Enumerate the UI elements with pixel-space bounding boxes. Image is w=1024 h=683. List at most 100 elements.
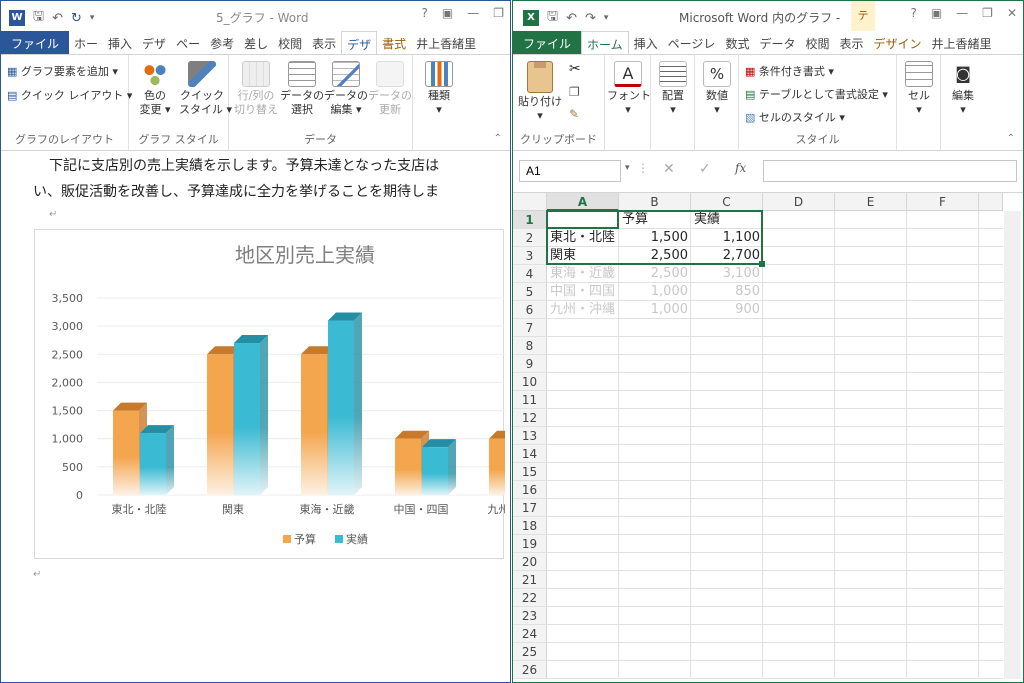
select-all-corner[interactable] — [513, 193, 547, 211]
minimize-icon[interactable]: — — [467, 6, 479, 20]
row-header-14[interactable]: 14 — [513, 445, 547, 463]
row-header-13[interactable]: 13 — [513, 427, 547, 445]
cell-budget[interactable]: 2,500 — [619, 265, 691, 283]
minimize-icon[interactable]: — — [956, 6, 968, 20]
font-button[interactable]: A フォント ▾ — [607, 61, 651, 117]
quick-style-button[interactable]: クイック スタイル ▾ — [179, 61, 232, 117]
ribbon-display-icon[interactable]: ▣ — [931, 6, 942, 20]
help-icon[interactable]: ? — [422, 6, 428, 20]
row-header-26[interactable]: 26 — [513, 661, 547, 679]
row-header-21[interactable]: 21 — [513, 571, 547, 589]
close-icon[interactable]: ✕ — [1007, 6, 1017, 20]
paste-button[interactable]: 貼り付け ▾ — [517, 61, 563, 123]
collapse-ribbon-icon[interactable]: ⌃ — [1007, 133, 1015, 144]
alignment-button[interactable]: 配置 ▾ — [653, 61, 693, 117]
row-header-8[interactable]: 8 — [513, 337, 547, 355]
excel-tab-8[interactable]: デザイン — [869, 31, 927, 54]
row-header-4[interactable]: 4 — [513, 265, 547, 283]
column-header-F[interactable]: F — [907, 193, 979, 211]
word-tab-0[interactable]: ファイル — [1, 31, 70, 54]
switch-row-column-button[interactable]: 行/列の 切り替え — [233, 61, 279, 117]
excel-tab-1[interactable]: ホーム — [581, 31, 629, 54]
row-header-23[interactable]: 23 — [513, 607, 547, 625]
excel-tab-3[interactable]: ページレ — [663, 31, 721, 54]
cell-budget[interactable]: 1,000 — [619, 301, 691, 319]
row-header-5[interactable]: 5 — [513, 283, 547, 301]
word-tab-3[interactable]: デザ — [137, 31, 171, 54]
undo-icon[interactable]: ↶ — [566, 11, 577, 26]
word-tab-1[interactable]: ホー — [69, 31, 103, 54]
column-header-B[interactable]: B — [619, 193, 691, 211]
word-tab-4[interactable]: ペー — [171, 31, 205, 54]
restore-icon[interactable]: ❐ — [493, 6, 504, 20]
cell-region[interactable]: 中国・四国 — [547, 283, 619, 301]
save-icon[interactable]: 🖫 — [547, 7, 558, 29]
cell-style-button[interactable]: ▧ セルのスタイル ▾ — [745, 109, 845, 125]
excel-tab-5[interactable]: データ — [754, 31, 800, 54]
excel-tab-6[interactable]: 校閲 — [800, 31, 834, 54]
spreadsheet-grid[interactable]: A B C D E F 1 2 3 4 5 6 7 8 9 10 11 12 13 14 15 16 17 18 19 20 21 2… — [513, 193, 1023, 682]
redo-icon[interactable]: ↻ — [71, 11, 82, 26]
range-resize-handle[interactable] — [759, 261, 765, 267]
row-header-11[interactable]: 11 — [513, 391, 547, 409]
customize-qat-icon[interactable]: ▾ — [90, 13, 95, 23]
row-header-24[interactable]: 24 — [513, 625, 547, 643]
row-header-6[interactable]: 6 — [513, 301, 547, 319]
doc-paragraph-line-1[interactable]: 下記に支店別の売上実績を示します。予算未達となった支店は — [49, 155, 439, 175]
customize-qat-icon[interactable]: ▾ — [604, 13, 609, 23]
ribbon-display-icon[interactable]: ▣ — [442, 6, 453, 20]
name-box[interactable] — [519, 160, 621, 182]
legend-label-実績[interactable]: 実績 — [346, 532, 368, 546]
column-header-C[interactable]: C — [691, 193, 763, 211]
chart-legend[interactable]: 予算 実績 — [283, 532, 368, 546]
enter-icon[interactable]: ✓ — [699, 161, 711, 177]
cell-actual[interactable]: 850 — [691, 283, 763, 301]
cut-icon[interactable]: ✂ — [569, 61, 581, 77]
edit-data-button[interactable]: データの 編集 ▾ — [323, 61, 369, 117]
undo-icon[interactable]: ↶ — [52, 11, 63, 26]
column-header-D[interactable]: D — [763, 193, 835, 211]
row-header-12[interactable]: 12 — [513, 409, 547, 427]
refresh-data-button[interactable]: データの 更新 — [367, 61, 413, 117]
word-tab-11[interactable]: 井上香緒里 — [411, 31, 481, 54]
save-icon[interactable]: 🖫 — [33, 7, 44, 29]
word-tab-2[interactable]: 挿入 — [103, 31, 137, 54]
cell-region[interactable]: 九州・沖縄 — [547, 301, 619, 319]
excel-tab-4[interactable]: 数式 — [720, 31, 754, 54]
row-header-15[interactable]: 15 — [513, 463, 547, 481]
bar-chart[interactable]: 0 500 1,000 1,500 2,000 2,500 3,000 3,500 東北・北陸 関… — [35, 230, 510, 560]
row-header-19[interactable]: 19 — [513, 535, 547, 553]
excel-tab-9[interactable]: 井上香緒里 — [927, 31, 997, 54]
conditional-format-button[interactable]: ▦ 条件付き書式 ▾ — [745, 63, 834, 79]
cancel-icon[interactable]: ✕ — [663, 161, 675, 177]
row-header-7[interactable]: 7 — [513, 319, 547, 337]
chart-area[interactable]: 0 500 1,000 1,500 2,000 2,500 3,000 3,500 東北・北陸 関… — [34, 229, 510, 560]
excel-tab-7[interactable]: 表示 — [834, 31, 868, 54]
row-header-2[interactable]: 2 — [513, 229, 547, 247]
row-header-17[interactable]: 17 — [513, 499, 547, 517]
row-header-10[interactable]: 10 — [513, 373, 547, 391]
row-header-3[interactable]: 3 — [513, 247, 547, 265]
cell-actual[interactable]: 900 — [691, 301, 763, 319]
row-header-25[interactable]: 25 — [513, 643, 547, 661]
excel-tab-0[interactable]: ファイル — [513, 31, 582, 54]
word-tab-9[interactable]: デザ — [341, 31, 378, 54]
vertical-scrollbar[interactable] — [1004, 211, 1021, 679]
word-tab-5[interactable]: 参考 — [205, 31, 239, 54]
row-header-22[interactable]: 22 — [513, 589, 547, 607]
row-header-18[interactable]: 18 — [513, 517, 547, 535]
redo-icon[interactable]: ↷ — [585, 11, 596, 26]
add-chart-element-button[interactable]: ▦ グラフ要素を追加 ▾ — [7, 63, 118, 79]
restore-icon[interactable]: ❐ — [982, 6, 993, 20]
select-data-button[interactable]: データの 選択 — [279, 61, 325, 117]
legend-label-予算[interactable]: 予算 — [294, 532, 316, 546]
editing-button[interactable]: ◙ 編集 ▾ — [943, 61, 983, 117]
format-as-table-button[interactable]: ▤ テーブルとして書式設定 ▾ — [745, 86, 888, 102]
column-header-A[interactable]: A — [547, 193, 619, 211]
cell-budget[interactable]: 1,000 — [619, 283, 691, 301]
row-header-16[interactable]: 16 — [513, 481, 547, 499]
row-header-1[interactable]: 1 — [513, 211, 547, 229]
name-box-dropdown-icon[interactable]: ▾ — [625, 163, 630, 173]
insert-function-icon[interactable]: fx — [735, 161, 746, 175]
word-tab-6[interactable]: 差し — [239, 31, 273, 54]
